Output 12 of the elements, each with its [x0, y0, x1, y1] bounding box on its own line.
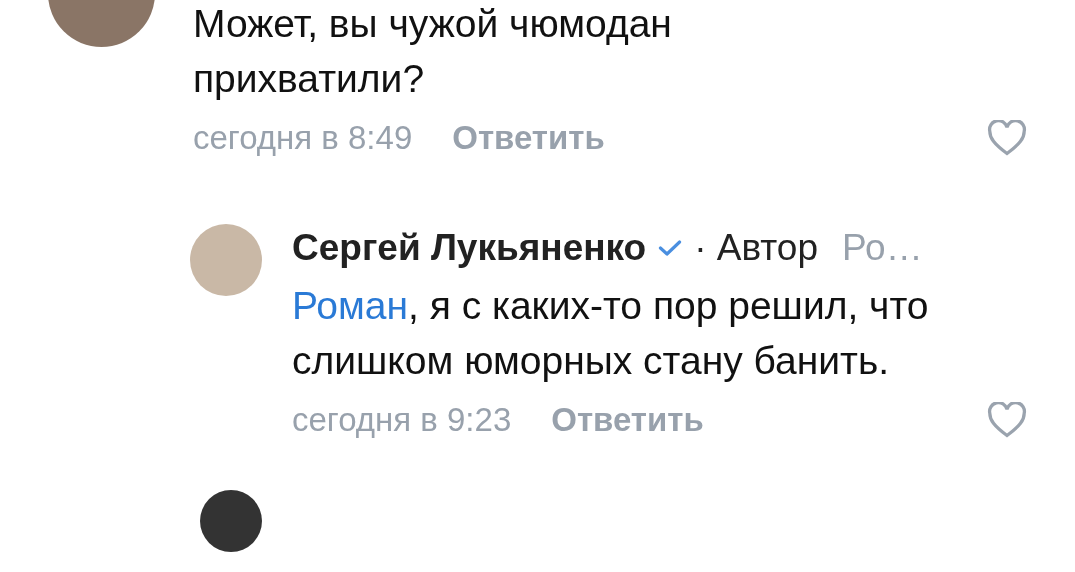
reply-link[interactable]: Ответить [452, 119, 605, 157]
reply-to-name[interactable]: Ро… [842, 227, 923, 269]
comment-time: сегодня в 8:49 [193, 119, 413, 157]
reply-link[interactable]: Ответить [551, 401, 704, 439]
comment-text: Роман, я с каких-то пор решил, что слишком юморных стану банить. [292, 283, 930, 384]
comment-text: Может, вы чужой чюмодан прихватили? [193, 1, 673, 102]
comment-time: сегодня в 9:23 [292, 401, 512, 439]
mention-link[interactable]: Роман [292, 284, 409, 327]
author-role: · Автор [694, 227, 819, 269]
author-name[interactable]: Сергей Лукьяненко [292, 227, 647, 269]
like-heart-icon[interactable] [987, 120, 1027, 156]
like-heart-icon[interactable] [987, 402, 1027, 438]
